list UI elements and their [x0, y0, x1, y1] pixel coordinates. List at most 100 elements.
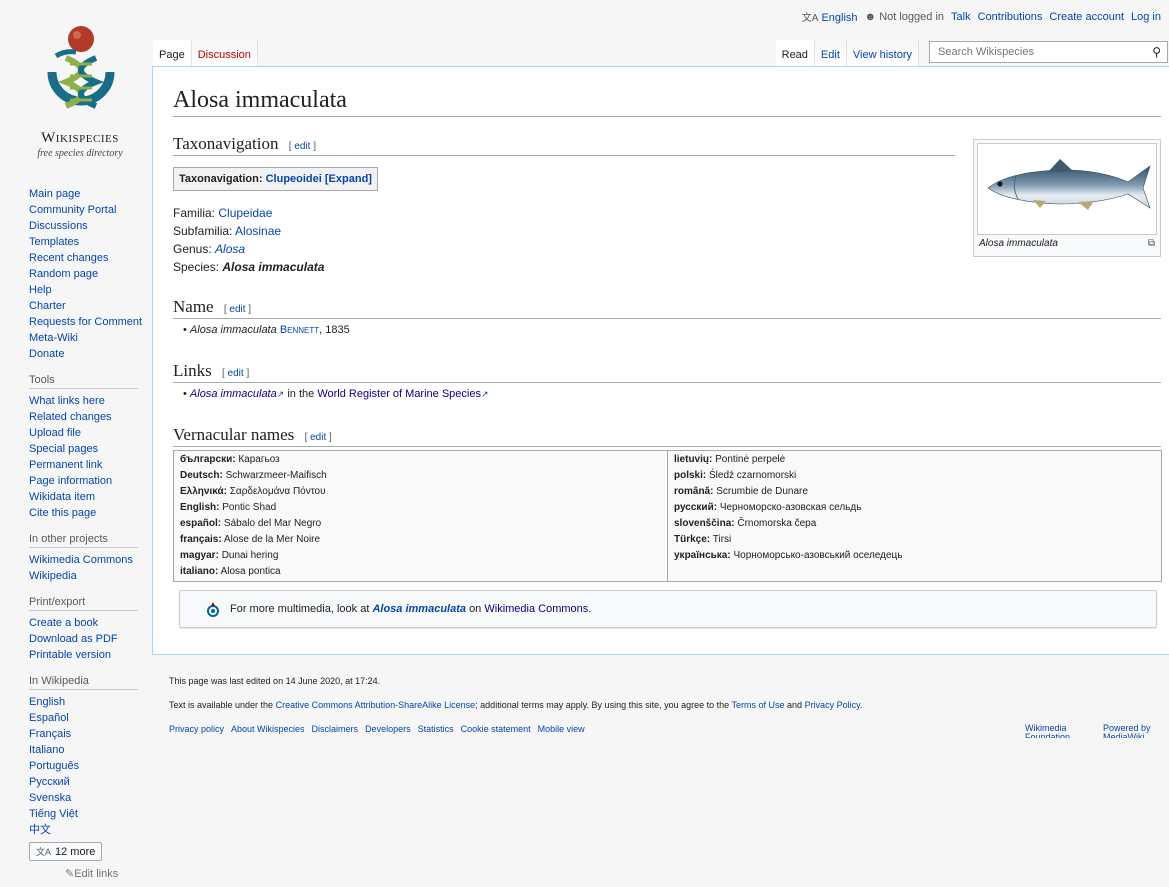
- talk-link[interactable]: Talk: [951, 11, 971, 23]
- links-section: Links [ edit ] Alosa immaculata↗ in the …: [173, 361, 1161, 400]
- footer-disclaimers[interactable]: Disclaimers: [312, 724, 359, 734]
- commons-box: For more multimedia, look at Alosa immac…: [179, 590, 1157, 628]
- sidebar-lang-espanol[interactable]: Español: [29, 710, 150, 726]
- sidebar-item-download-pdf[interactable]: Download as PDF: [29, 631, 150, 647]
- privacy-policy-link[interactable]: Privacy Policy.: [805, 700, 863, 710]
- enlarge-icon[interactable]: ⧉: [1148, 238, 1155, 249]
- wikispecies-logo[interactable]: Wikispecies free species directory: [0, 18, 160, 168]
- sidebar-lang-english[interactable]: English: [29, 694, 150, 710]
- pencil-icon: ✎: [65, 868, 75, 880]
- login-link[interactable]: Log in: [1131, 11, 1161, 23]
- tab-page[interactable]: Page: [153, 40, 192, 67]
- footer-privacy-policy[interactable]: Privacy policy: [169, 724, 224, 734]
- tab-read[interactable]: Read: [775, 40, 815, 67]
- commons-link[interactable]: Wikimedia Commons: [484, 603, 588, 615]
- vernacular-edit-link[interactable]: edit: [310, 432, 326, 443]
- sidebar-lang-russian[interactable]: Русский: [29, 774, 150, 790]
- footer-developers[interactable]: Developers: [365, 724, 411, 734]
- fish-illustration: [987, 159, 1151, 210]
- taxonavigation-edit-link[interactable]: edit: [294, 141, 310, 152]
- navigation-portal: Main page Community Portal Discussions T…: [0, 186, 150, 362]
- search-box[interactable]: ⚲: [929, 41, 1168, 63]
- taxonav-clupeoidei-link[interactable]: Clupeoidei: [266, 173, 322, 185]
- contributions-link[interactable]: Contributions: [978, 11, 1043, 23]
- terms-link[interactable]: Terms of Use: [731, 700, 784, 710]
- sidebar-item-upload-file[interactable]: Upload file: [29, 425, 150, 441]
- tab-discussion[interactable]: Discussion: [191, 40, 258, 67]
- sidebar-lang-chinese[interactable]: 中文: [29, 822, 150, 838]
- tab-view-history[interactable]: View history: [846, 40, 919, 67]
- sidebar-item-permanent-link[interactable]: Permanent link: [29, 457, 150, 473]
- sidebar-item-related-changes[interactable]: Related changes: [29, 409, 150, 425]
- taxonav-box-label: Taxonavigation:: [179, 173, 263, 185]
- footer-about[interactable]: About Wikispecies: [231, 724, 305, 734]
- sidebar-item-wikidata-item[interactable]: Wikidata item: [29, 489, 150, 505]
- tools-portal: Tools What links here Related changes Up…: [0, 374, 150, 521]
- license-link[interactable]: Creative Commons Attribution-ShareAlike …: [276, 700, 476, 710]
- sidebar-item-requests-for-comment[interactable]: Requests for Comment: [29, 314, 150, 330]
- sidebar-item-wikimedia-commons[interactable]: Wikimedia Commons: [29, 552, 150, 568]
- edit-links[interactable]: ✎Edit links: [65, 867, 150, 880]
- table-row: slovenščina: Črnomorska čepa: [674, 518, 817, 529]
- links-edit-link[interactable]: edit: [228, 368, 244, 379]
- sidebar-item-discussions[interactable]: Discussions: [29, 218, 150, 234]
- sidebar-lang-italiano[interactable]: Italiano: [29, 742, 150, 758]
- worms-link[interactable]: World Register of Marine Species: [317, 388, 481, 400]
- sidebar-item-wikipedia[interactable]: Wikipedia: [29, 568, 150, 584]
- vernacular-section: Vernacular names [ edit ] български: Кар…: [173, 425, 1162, 582]
- taxonavigation-section: Taxonavigation [ edit ]: [173, 134, 955, 156]
- familia-link[interactable]: Clupeidae: [218, 206, 272, 220]
- sidebar-item-what-links-here[interactable]: What links here: [29, 393, 150, 409]
- sidebar-item-help[interactable]: Help: [29, 282, 150, 298]
- sidebar-item-cite-this-page[interactable]: Cite this page: [29, 505, 150, 521]
- sidebar-item-community-portal[interactable]: Community Portal: [29, 202, 150, 218]
- search-icon[interactable]: ⚲: [1152, 45, 1161, 59]
- taxonav-expand-button[interactable]: [Expand]: [325, 173, 372, 185]
- powered-by-mediawiki-badge[interactable]: Powered by MediaWiki: [1103, 724, 1159, 738]
- table-row: polski: Śledź czarnomorski: [674, 470, 797, 481]
- table-row: français: Alose de la Mer Noire: [180, 534, 321, 545]
- create-account-link[interactable]: Create account: [1049, 11, 1124, 23]
- sidebar-item-donate[interactable]: Donate: [29, 346, 150, 362]
- tab-edit[interactable]: Edit: [814, 40, 847, 67]
- user-icon: ☻: [864, 10, 877, 23]
- not-logged-in: ☻ Not logged in: [865, 11, 944, 23]
- search-input[interactable]: [936, 45, 1153, 59]
- name-list: Alosa immaculata Bennett, 1835: [173, 324, 1161, 336]
- sidebar-item-printable-version[interactable]: Printable version: [29, 647, 150, 663]
- sidebar-lang-portugues[interactable]: Português: [29, 758, 150, 774]
- sidebar-lang-vietnamese[interactable]: Tiếng Việt: [29, 806, 150, 822]
- taxonav-box: Taxonavigation: Clupeoidei [Expand]: [173, 167, 378, 191]
- author-link[interactable]: Bennett: [280, 324, 319, 336]
- sidebar-item-special-pages[interactable]: Special pages: [29, 441, 150, 457]
- sidebar-item-meta-wiki[interactable]: Meta-Wiki: [29, 330, 150, 346]
- vernacular-column-right: lietuvių: Pontinė perpelė polski: Śledź …: [667, 451, 1161, 581]
- worms-species-link[interactable]: Alosa immaculata: [190, 388, 277, 400]
- wikimedia-foundation-badge[interactable]: Wikimedia Foundation: [1025, 724, 1077, 738]
- table-row: magyar: Dunai hering: [180, 550, 279, 561]
- sidebar-item-random-page[interactable]: Random page: [29, 266, 150, 282]
- footer-icons: Wikimedia Foundation Powered by MediaWik…: [1025, 724, 1159, 738]
- sidebar-item-recent-changes[interactable]: Recent changes: [29, 250, 150, 266]
- table-row: български: Карагьоз: [180, 454, 280, 465]
- footer-last-edited: This page was last edited on 14 June 202…: [169, 676, 381, 686]
- language-selector[interactable]: 文A English: [802, 9, 858, 24]
- sidebar-item-main-page[interactable]: Main page: [29, 186, 150, 202]
- more-languages-button[interactable]: 文A 12 more: [29, 842, 103, 861]
- sidebar-lang-francais[interactable]: Français: [29, 726, 150, 742]
- sidebar-item-templates[interactable]: Templates: [29, 234, 150, 250]
- language-link[interactable]: English: [821, 12, 857, 24]
- footer-statistics[interactable]: Statistics: [418, 724, 454, 734]
- fish-image[interactable]: [977, 143, 1157, 235]
- genus-link[interactable]: Alosa: [215, 242, 245, 256]
- footer-cookie-statement[interactable]: Cookie statement: [461, 724, 531, 734]
- sidebar-item-page-information[interactable]: Page information: [29, 473, 150, 489]
- footer-mobile-view[interactable]: Mobile view: [538, 724, 585, 734]
- sidebar-item-charter[interactable]: Charter: [29, 298, 150, 314]
- subfamilia-link[interactable]: Alosinae: [235, 224, 281, 238]
- sidebar-lang-svenska[interactable]: Svenska: [29, 790, 150, 806]
- sidebar-item-create-book[interactable]: Create a book: [29, 615, 150, 631]
- commons-species-link[interactable]: Alosa immaculata: [372, 603, 466, 615]
- logo-tagline: free species directory: [37, 148, 123, 159]
- name-edit-link[interactable]: edit: [229, 304, 245, 315]
